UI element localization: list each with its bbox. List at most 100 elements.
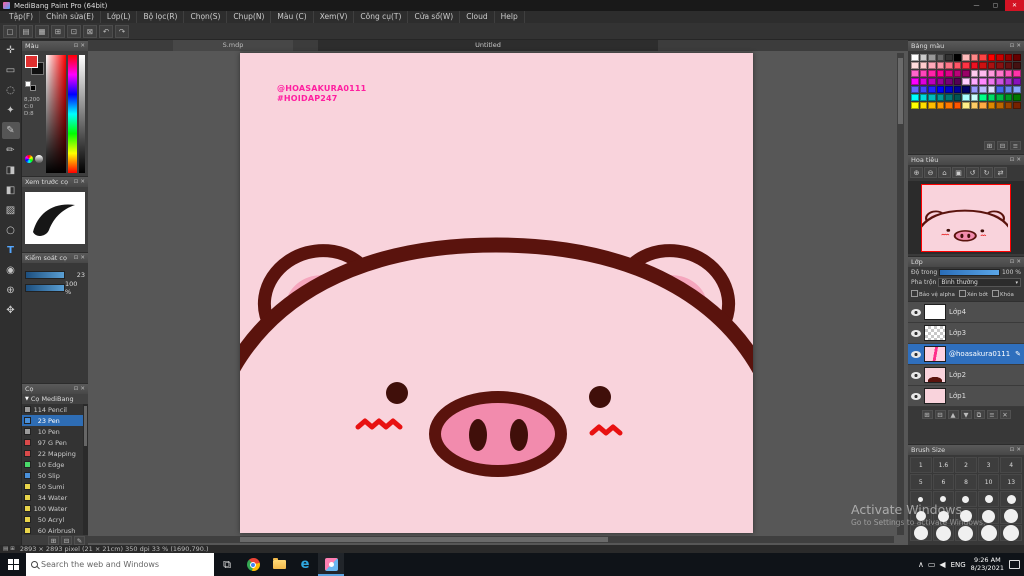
undo-icon[interactable]: ↶ <box>99 24 113 38</box>
layer-visibility-icon[interactable] <box>911 329 921 337</box>
palette-swatch[interactable] <box>919 70 928 77</box>
edit-brush-icon[interactable]: ✎ <box>74 536 85 545</box>
brush-size-cell[interactable]: 13 <box>1000 474 1022 490</box>
brush-item[interactable]: 22 Mapping <box>22 448 88 459</box>
brush-size-cell[interactable] <box>1000 491 1022 507</box>
duplicate-layer-icon[interactable]: ⧉ <box>973 410 985 419</box>
palette-swatch[interactable] <box>919 94 928 101</box>
actual-size-icon[interactable]: ▣ <box>952 167 965 178</box>
palette-swatch[interactable] <box>987 70 996 77</box>
brush-size-cell[interactable]: 4 <box>1000 457 1022 473</box>
add-brush-icon[interactable]: ⊞ <box>48 536 59 545</box>
palette-swatch[interactable] <box>928 62 936 69</box>
ruler-toggle-icon[interactable]: ⊠ <box>83 24 97 38</box>
palette-swatch[interactable] <box>996 78 1004 85</box>
taskbar-search[interactable] <box>26 553 214 576</box>
palette-swatch[interactable] <box>945 78 953 85</box>
foreground-color-swatch[interactable] <box>25 55 38 68</box>
brush-item[interactable]: 50 Sumi <box>22 481 88 492</box>
menu-item[interactable]: Cửa sổ(W) <box>408 11 461 23</box>
menu-item[interactable]: Lớp(L) <box>101 11 138 23</box>
text-tool[interactable]: T <box>2 242 20 259</box>
volume-icon[interactable]: ◀ <box>939 560 945 569</box>
palette-swatch[interactable] <box>987 94 996 101</box>
layer-row[interactable]: Lớp3 <box>908 323 1024 344</box>
layer-option-checkbox[interactable]: Bảo vệ alpha <box>911 290 955 298</box>
panel-close-icon[interactable]: ✕ <box>80 386 85 392</box>
panel-close-icon[interactable]: ✕ <box>1016 157 1021 163</box>
brush-size-cell[interactable]: 1.6 <box>932 457 955 473</box>
palette-swatch[interactable] <box>919 102 928 109</box>
palette-swatch[interactable] <box>936 62 945 69</box>
palette-swatch[interactable] <box>928 54 936 61</box>
palette-swatch[interactable] <box>911 70 919 77</box>
palette-swatch[interactable] <box>1004 86 1013 93</box>
palette-swatch[interactable] <box>970 54 979 61</box>
brush-size-cell[interactable] <box>955 491 977 507</box>
open-file-icon[interactable]: ▤ <box>19 24 33 38</box>
rotate-right-icon[interactable]: ↻ <box>980 167 993 178</box>
palette-swatch[interactable] <box>928 78 936 85</box>
brush-size-cell[interactable]: 1 <box>910 457 932 473</box>
navigator-thumbnail[interactable] <box>921 184 1011 252</box>
add-layer-icon[interactable]: ⊞ <box>921 410 933 419</box>
palette-swatch[interactable] <box>919 62 928 69</box>
bucket-tool[interactable]: ◧ <box>2 182 20 199</box>
palette-swatch[interactable] <box>911 86 919 93</box>
value-bar[interactable] <box>79 55 85 173</box>
opacity-slider[interactable] <box>939 269 1000 276</box>
palette-swatch[interactable] <box>928 70 936 77</box>
layer-row[interactable]: Lớp1 <box>908 386 1024 407</box>
palette-swatch[interactable] <box>953 102 962 109</box>
brush-item[interactable]: 114 Pencil <box>22 404 88 415</box>
shape-tool[interactable]: ○ <box>2 222 20 239</box>
pen-tool[interactable]: ✎ <box>1 122 20 139</box>
brush-size-cell[interactable] <box>1000 508 1022 524</box>
eraser-tool[interactable]: ◨ <box>2 162 20 179</box>
palette-swatch[interactable] <box>987 78 996 85</box>
minimize-button[interactable]: — <box>967 0 986 11</box>
palette-swatch[interactable] <box>953 86 962 93</box>
palette-swatch[interactable] <box>945 94 953 101</box>
swap-colors-icon[interactable] <box>30 85 36 91</box>
menu-item[interactable]: Cloud <box>460 11 495 23</box>
palette-swatch[interactable] <box>945 62 953 69</box>
clear-layer-icon[interactable]: ✕ <box>999 410 1011 419</box>
brush-size-cell[interactable]: 6 <box>932 474 955 490</box>
panel-detach-icon[interactable]: ⊡ <box>74 386 79 392</box>
move-tool[interactable]: ✛ <box>2 42 20 59</box>
menu-item[interactable]: Help <box>495 11 525 23</box>
menu-item[interactable]: Chỉnh sửa(E) <box>40 11 101 23</box>
search-input[interactable] <box>41 560 201 569</box>
palette-swatch[interactable] <box>936 70 945 77</box>
color-bar-icon[interactable] <box>35 155 43 163</box>
select-tool[interactable]: ▭ <box>2 62 20 79</box>
palette-swatch[interactable] <box>919 86 928 93</box>
palette-swatch[interactable] <box>970 78 979 85</box>
eyedropper-tool[interactable]: ◉ <box>2 262 20 279</box>
palette-swatch[interactable] <box>996 70 1004 77</box>
palette-swatch[interactable] <box>936 86 945 93</box>
delete-layer-icon[interactable]: ⊟ <box>934 410 946 419</box>
panel-detach-icon[interactable]: ⊡ <box>74 43 79 49</box>
drawing-canvas[interactable]: @HOASAKURA0111 #HOIDAP247 <box>240 53 753 533</box>
add-color-icon[interactable]: ⊞ <box>984 141 995 150</box>
close-button[interactable]: ✕ <box>1005 0 1024 11</box>
zoom-out-icon[interactable]: ⊖ <box>924 167 937 178</box>
blend-mode-select[interactable]: Bình thường ▾ <box>938 278 1021 287</box>
rotate-left-icon[interactable]: ↺ <box>966 167 979 178</box>
status-icon[interactable]: ▤ <box>3 546 8 553</box>
remove-brush-icon[interactable]: ⊟ <box>61 536 72 545</box>
taskbar-file-explorer-button[interactable] <box>266 553 292 576</box>
status-icon[interactable]: ⊞ <box>10 546 15 553</box>
pencil-tool[interactable]: ✏ <box>2 142 20 159</box>
save-icon[interactable]: ▦ <box>35 24 49 38</box>
palette-swatch[interactable] <box>1013 70 1021 77</box>
brush-size-cell[interactable] <box>977 525 1000 541</box>
palette-swatch[interactable] <box>962 70 970 77</box>
lasso-tool[interactable]: ◌ <box>2 82 20 99</box>
brush-size-cell[interactable] <box>910 508 932 524</box>
palette-swatch[interactable] <box>928 94 936 101</box>
saturation-box[interactable] <box>46 55 66 173</box>
palette-swatch[interactable] <box>962 54 970 61</box>
